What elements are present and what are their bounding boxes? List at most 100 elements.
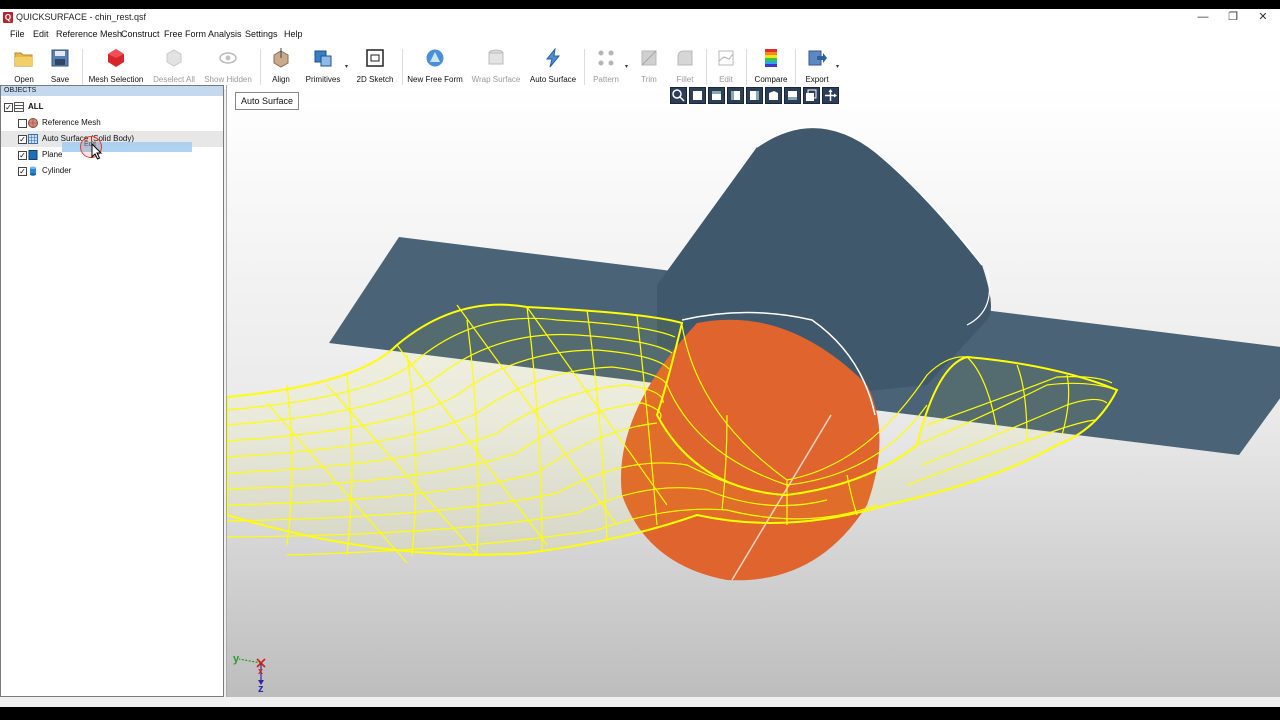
wrap-surface-label: Wrap Surface (471, 75, 521, 84)
wrap-surface-button[interactable]: Wrap Surface (468, 45, 524, 89)
pattern-button[interactable]: Pattern (589, 45, 623, 89)
primitives-icon (314, 50, 332, 67)
floppy-disk-icon (51, 49, 69, 67)
plane-checkbox[interactable]: ✓ (18, 151, 27, 160)
window-title: QUICKSURFACE - chin_rest.qsf (16, 12, 147, 22)
trim-icon (641, 50, 657, 66)
fillet-label: Fillet (676, 75, 694, 84)
restore-button[interactable]: ❐ (1218, 9, 1248, 26)
menu-file[interactable]: File (10, 29, 25, 39)
primitives-label: Primitives (305, 75, 341, 84)
edit-button[interactable]: Edit (711, 45, 741, 89)
trim-button[interactable]: Trim (634, 45, 664, 89)
cylinder-checkbox[interactable]: ✓ (18, 167, 27, 176)
wrap-surface-icon (488, 49, 504, 65)
tree-item-reference-mesh[interactable]: Reference Mesh (1, 115, 223, 131)
reference-mesh-checkbox[interactable] (18, 119, 27, 128)
table-icon (14, 102, 24, 112)
mesh-icon (28, 118, 38, 128)
open-label: Open (14, 75, 34, 84)
plane-icon (28, 150, 38, 160)
pattern-label: Pattern (593, 75, 619, 84)
grid-surface-icon (28, 134, 38, 144)
tree-root-all[interactable]: ✓ ALL (1, 99, 223, 115)
menu-settings[interactable]: Settings (245, 29, 278, 39)
objects-panel-header: OBJECTS (1, 86, 223, 96)
eye-icon (219, 52, 237, 64)
folder-icon (14, 52, 33, 67)
app-logo-icon: Q (3, 12, 13, 23)
cylinder-icon (30, 166, 36, 176)
mouse-pointer-icon (91, 143, 103, 160)
free-form-icon (426, 49, 444, 67)
primitives-button[interactable]: Primitives (302, 45, 344, 89)
menu-edit[interactable]: Edit (33, 29, 49, 39)
edit-label: Edit (719, 75, 733, 84)
menu-help[interactable]: Help (284, 29, 303, 39)
objects-panel: OBJECTS ✓ ALL Reference Mesh ✓ Auto Surf… (0, 85, 224, 697)
view-left-icon[interactable] (727, 87, 744, 104)
view-axes-icon[interactable] (822, 87, 839, 104)
zoom-fit-icon[interactable] (670, 87, 687, 104)
pattern-dropdown-icon[interactable]: ▾ (625, 63, 628, 70)
fillet-button[interactable]: Fillet (668, 45, 702, 89)
open-button[interactable]: Open (6, 45, 42, 89)
view-front-icon[interactable] (689, 87, 706, 104)
new-free-form-button[interactable]: New Free Form (406, 45, 464, 89)
plane-label: Plane (42, 150, 63, 159)
mesh-selection-button[interactable]: Mesh Selection (86, 45, 146, 89)
align-icon (273, 48, 289, 68)
reference-mesh-label: Reference Mesh (42, 118, 101, 127)
color-map-icon (765, 49, 777, 67)
menu-construct[interactable]: Construct (121, 29, 160, 39)
auto-surface-icon (545, 48, 561, 68)
view-back-icon[interactable] (708, 87, 725, 104)
axis-y-label: y (233, 653, 240, 665)
axis-z-label: z (258, 683, 264, 695)
view-right-icon[interactable] (746, 87, 763, 104)
align-button[interactable]: Align (266, 45, 296, 89)
save-label: Save (50, 75, 70, 84)
view-iso-icon[interactable] (803, 87, 820, 104)
2d-sketch-button[interactable]: 2D Sketch (354, 45, 396, 89)
3d-scene[interactable] (227, 85, 1280, 697)
menu-analysis[interactable]: Analysis (208, 29, 242, 39)
title-bar: Q QUICKSURFACE - chin_rest.qsf — ❐ ✕ (0, 9, 1280, 26)
compare-button[interactable]: Compare (752, 45, 790, 89)
compare-label: Compare (754, 75, 788, 84)
primitives-dropdown-icon[interactable]: ▾ (345, 63, 348, 70)
auto-surface-checkbox[interactable]: ✓ (18, 135, 27, 144)
3d-viewport[interactable]: Auto Surface y x z (226, 85, 1280, 697)
2d-sketch-label: 2D Sketch (356, 75, 394, 84)
tree-item-cylinder[interactable]: ✓ Cylinder (1, 163, 223, 179)
pattern-icon (598, 50, 614, 66)
menu-bar: File Edit Reference Mesh Construct Free … (0, 26, 1280, 43)
auto-surface-mode-label: Auto Surface (235, 92, 300, 110)
close-button[interactable]: ✕ (1248, 9, 1278, 26)
auto-surface-button[interactable]: Auto Surface (527, 45, 579, 89)
export-button[interactable]: Export (801, 45, 833, 89)
mesh-selection-label: Mesh Selection (88, 75, 144, 84)
view-bottom-icon[interactable] (784, 87, 801, 104)
deselect-all-button[interactable]: Deselect All (150, 45, 198, 89)
fillet-icon (677, 50, 693, 66)
menu-free-form[interactable]: Free Form (164, 29, 206, 39)
all-checkbox[interactable]: ✓ (4, 103, 13, 112)
view-top-icon[interactable] (765, 87, 782, 104)
menu-reference-mesh[interactable]: Reference Mesh (56, 29, 122, 39)
mesh-selection-icon (108, 49, 124, 67)
export-dropdown-icon[interactable]: ▾ (836, 63, 839, 70)
save-button[interactable]: Save (44, 45, 76, 89)
main-toolbar: Open Save Mesh Selection Deselect All Sh… (0, 43, 1280, 91)
new-free-form-label: New Free Form (407, 75, 463, 84)
sketch-icon (366, 49, 384, 67)
deselect-icon (166, 49, 182, 67)
export-icon (808, 50, 827, 66)
trim-label: Trim (641, 75, 657, 84)
cylinder-label: Cylinder (42, 166, 72, 175)
show-hidden-button[interactable]: Show Hidden (202, 45, 254, 89)
quicksurface-window: Q QUICKSURFACE - chin_rest.qsf — ❐ ✕ Fil… (0, 9, 1280, 707)
minimize-button[interactable]: — (1188, 9, 1218, 26)
tree-root-label: ALL (28, 102, 44, 111)
show-hidden-label: Show Hidden (204, 75, 252, 84)
